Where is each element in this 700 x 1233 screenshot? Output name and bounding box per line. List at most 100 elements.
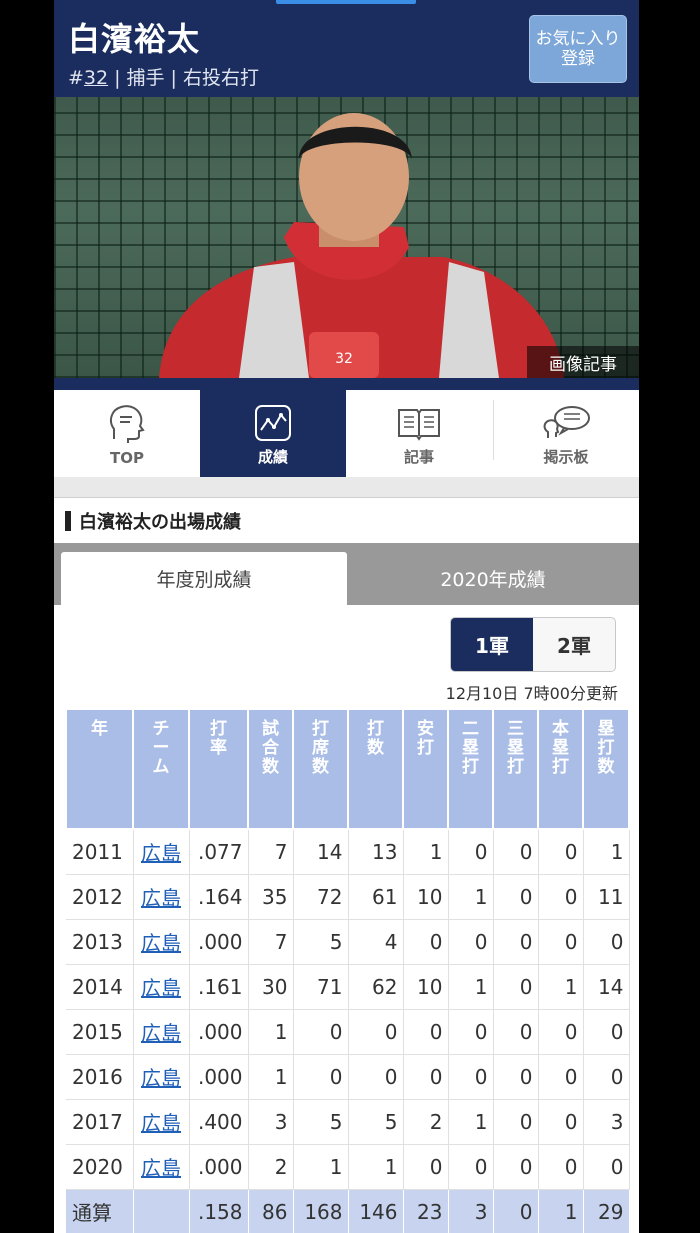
stat-cell: 0 — [293, 1009, 349, 1055]
stat-cell: 0 — [448, 1054, 494, 1100]
tab-label: 記事 — [403, 447, 434, 466]
tab-label: 成績 — [257, 447, 288, 466]
stat-cell: 2 — [248, 1144, 294, 1190]
app-screen: 白濱裕太 #32 | 捕手 | 右投右打 お気に入り登録 32 画像記事 TOP… — [54, 0, 639, 1233]
stat-cell: .000 — [189, 1054, 249, 1100]
col-header: チーム — [132, 708, 190, 830]
tab-top[interactable]: TOP — [54, 390, 200, 480]
tab-board[interactable]: 掲示板 — [493, 390, 639, 480]
stat-cell: 0 — [403, 919, 449, 965]
section-marker — [65, 510, 71, 531]
stat-cell: 0 — [493, 829, 539, 875]
year-cell: 2017 — [66, 1099, 134, 1145]
number-prefix: # — [68, 67, 84, 89]
chart-icon — [255, 404, 291, 441]
subtab-2020[interactable]: 2020年成績 — [347, 552, 639, 605]
stat-cell: 0 — [493, 1009, 539, 1055]
team-link[interactable]: 広島 — [141, 1111, 181, 1135]
stats-subtabs: 年度別成績 2020年成績 — [54, 543, 639, 605]
stat-cell: 3 — [583, 1099, 630, 1145]
stat-cell: 1 — [538, 1189, 584, 1233]
stat-cell: 1 — [293, 1144, 349, 1190]
photo-caption: 画像記事 — [527, 346, 639, 378]
stat-cell: 0 — [448, 1009, 494, 1055]
stat-cell: 0 — [348, 1009, 404, 1055]
book-icon — [398, 408, 440, 441]
team-cell: 広島 — [133, 1009, 190, 1055]
team-link[interactable]: 広島 — [141, 1021, 181, 1045]
stats-total-row: 通算 .158 86 168 146 23 3 0 1 29 — [66, 1189, 630, 1233]
tab-label: TOP — [110, 449, 144, 467]
player-position: 捕手 — [126, 67, 165, 89]
stat-cell: 7 — [248, 919, 294, 965]
stat-cell: 1 — [403, 829, 449, 875]
stat-cell: 0 — [448, 1144, 494, 1190]
team-link[interactable]: 広島 — [141, 886, 181, 910]
stat-cell: 14 — [583, 964, 630, 1010]
player-photo-illustration: 32 — [159, 113, 564, 378]
stat-cell: 0 — [493, 1144, 539, 1190]
tab-stats[interactable]: 成績 — [200, 390, 346, 480]
stat-cell: 0 — [583, 1144, 630, 1190]
stat-cell: 0 — [538, 1144, 584, 1190]
stat-cell: 7 — [248, 829, 294, 875]
stat-cell: 72 — [293, 874, 349, 920]
squad-second-button[interactable]: 2軍 — [533, 618, 615, 671]
team-cell: 広島 — [133, 874, 190, 920]
team-link[interactable]: 広島 — [141, 1156, 181, 1180]
stat-cell: 3 — [248, 1099, 294, 1145]
meta-separator: | — [114, 67, 121, 89]
stat-cell: 4 — [348, 919, 404, 965]
year-cell: 2015 — [66, 1009, 134, 1055]
col-header: 年 — [65, 708, 134, 830]
stat-cell: .000 — [189, 919, 249, 965]
stat-cell: 0 — [538, 1009, 584, 1055]
tabs-bottom-spacer — [54, 477, 639, 497]
team-link[interactable]: 広島 — [141, 1066, 181, 1090]
section-header: 白濱裕太の出場成績 — [54, 497, 639, 543]
stat-cell: .077 — [189, 829, 249, 875]
stat-cell: 0 — [448, 829, 494, 875]
col-header: 打数 — [347, 708, 404, 830]
stat-cell: 1 — [583, 829, 630, 875]
stat-cell: 0 — [448, 919, 494, 965]
col-header: 安打 — [402, 708, 449, 830]
col-header: 打率 — [188, 708, 249, 830]
stat-cell: 0 — [493, 1189, 539, 1233]
stat-cell: .161 — [189, 964, 249, 1010]
stat-cell: 0 — [583, 919, 630, 965]
stat-cell: 0 — [293, 1054, 349, 1100]
stat-cell: 0 — [493, 964, 539, 1010]
player-number-link[interactable]: 32 — [84, 67, 108, 89]
stat-cell: 0 — [583, 1009, 630, 1055]
stat-cell: 35 — [248, 874, 294, 920]
stat-cell: 0 — [493, 1099, 539, 1145]
stat-cell: 5 — [293, 1099, 349, 1145]
team-link[interactable]: 広島 — [141, 976, 181, 1000]
stats-body: 2011 広島 .077 7 14 13 1 0 0 0 1 2012 広島 .164 35 72 61 10 1 0… — [66, 829, 630, 1233]
stat-cell: 1 — [448, 964, 494, 1010]
stat-cell: 1 — [348, 1144, 404, 1190]
team-cell: 広島 — [133, 1054, 190, 1100]
col-header: 本塁打 — [537, 708, 584, 830]
section-title: 白濱裕太の出場成績 — [79, 511, 241, 533]
team-link[interactable]: 広島 — [141, 931, 181, 955]
stat-cell: 0 — [538, 829, 584, 875]
player-photo[interactable]: 32 画像記事 — [54, 97, 639, 378]
stat-cell: 14 — [293, 829, 349, 875]
tab-articles[interactable]: 記事 — [346, 390, 492, 480]
subtab-yearly[interactable]: 年度別成績 — [61, 552, 347, 605]
nav-strip — [54, 378, 639, 390]
stat-cell: 30 — [248, 964, 294, 1010]
updated-timestamp: 12月10日 7時00分更新 — [445, 684, 618, 703]
squad-first-button[interactable]: 1軍 — [451, 618, 533, 671]
head-profile-icon — [109, 405, 145, 443]
team-link[interactable]: 広島 — [141, 841, 181, 865]
stat-cell: 62 — [348, 964, 404, 1010]
meta-separator: | — [170, 67, 177, 89]
player-throw-bat: 右投右打 — [182, 67, 259, 89]
player-header: 白濱裕太 #32 | 捕手 | 右投右打 お気に入り登録 — [54, 0, 639, 97]
year-cell: 2012 — [66, 874, 134, 920]
favorite-button[interactable]: お気に入り登録 — [529, 15, 627, 83]
col-header: 三塁打 — [492, 708, 539, 830]
